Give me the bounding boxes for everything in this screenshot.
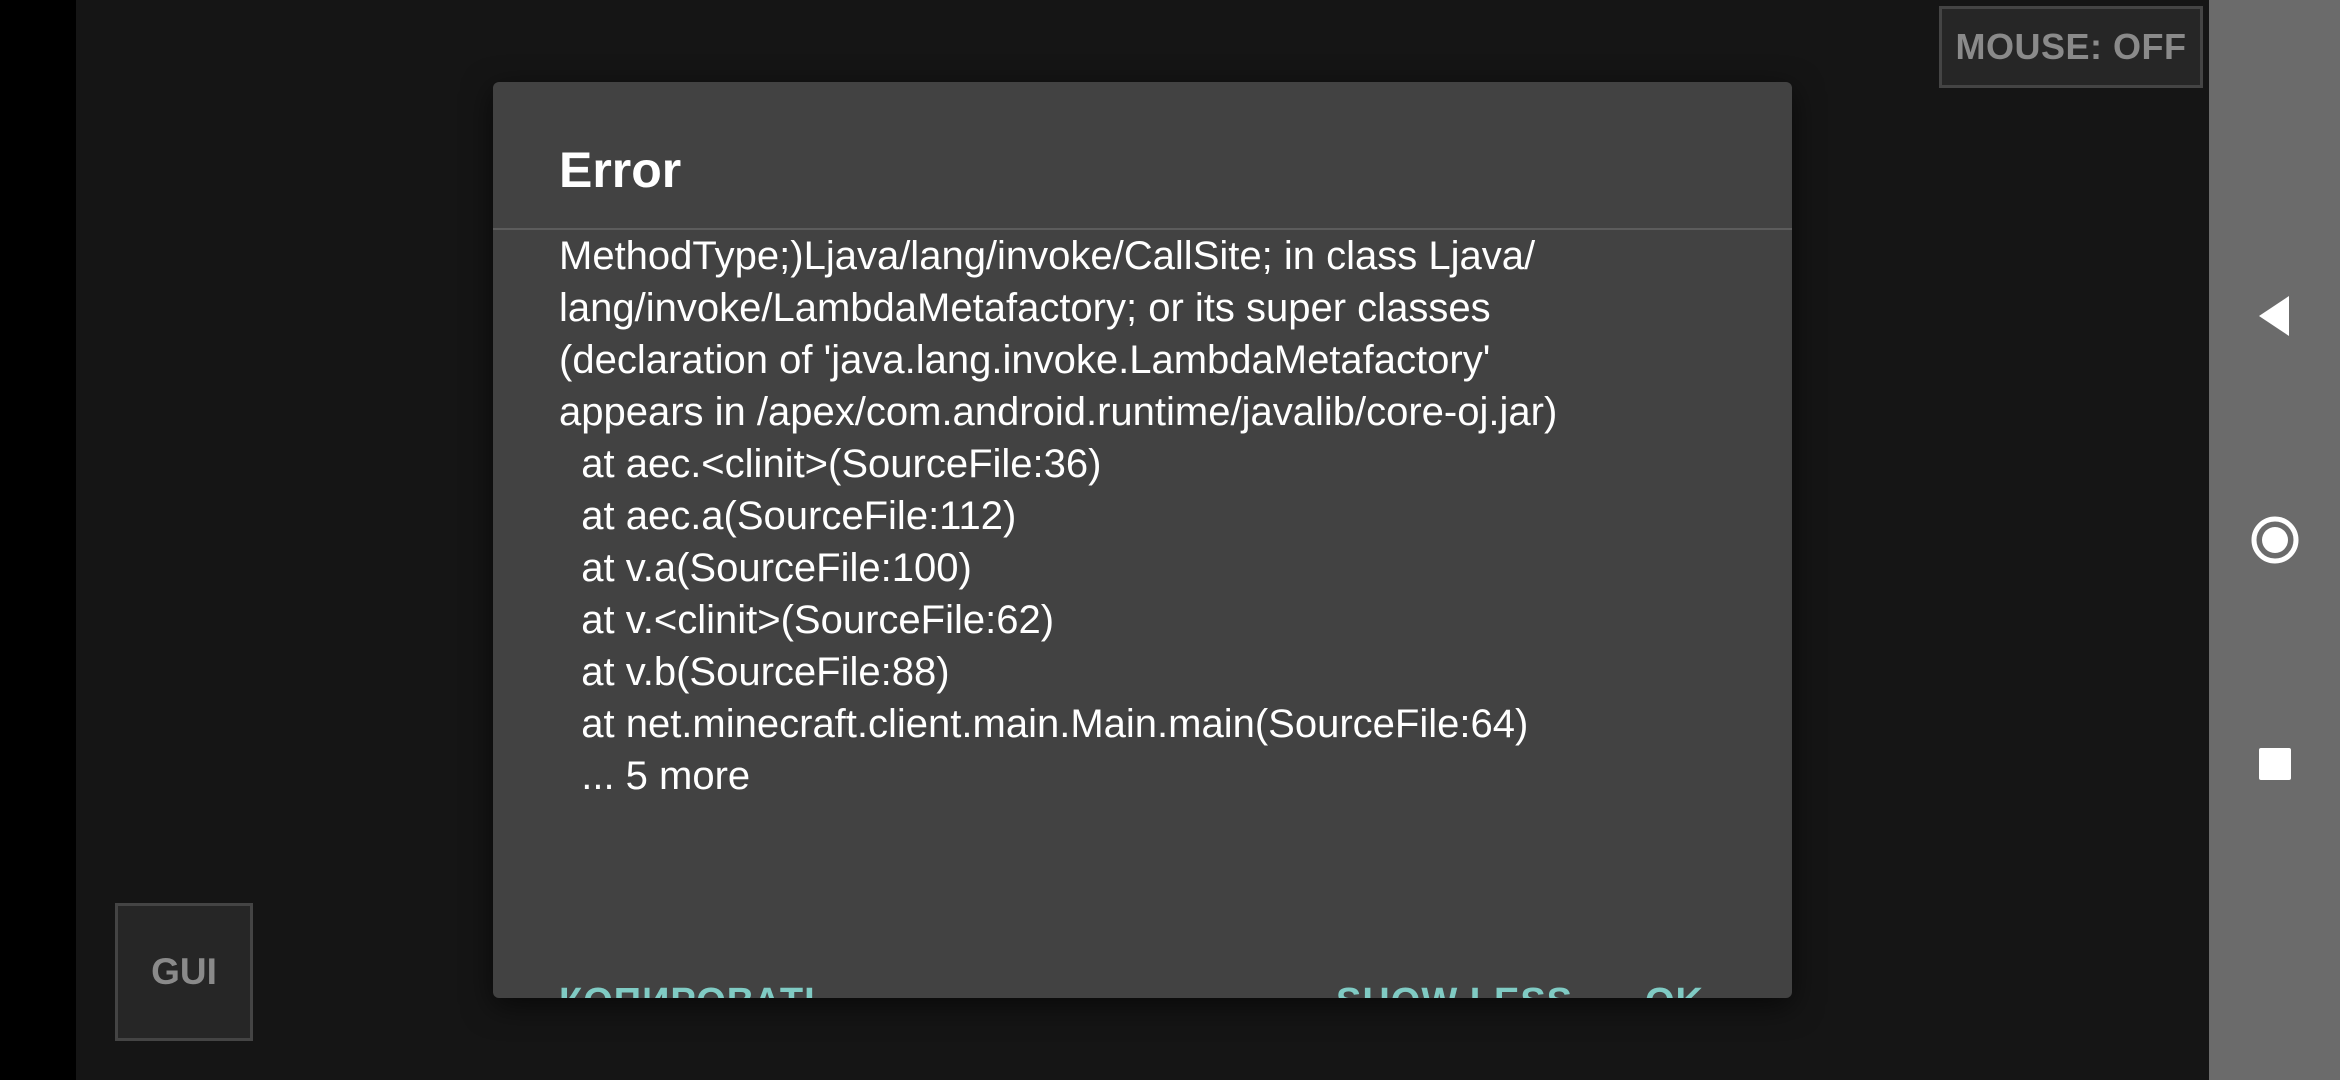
screen: MOUSE: OFF GUI Error MethodType;)Ljava/l… [0, 0, 2340, 1080]
copy-button[interactable]: КОПИРОВАТЬ [559, 952, 832, 998]
message-line: (declaration of 'java.lang.invoke.Lambda… [559, 338, 1491, 382]
nav-back-button[interactable] [2209, 256, 2340, 376]
show-less-button[interactable]: SHOW LESS [1336, 952, 1573, 998]
dialog-title: Error [559, 142, 682, 198]
dialog-message[interactable]: MethodType;)Ljava/lang/invoke/CallSite; … [559, 230, 1739, 880]
left-black-strip [0, 0, 76, 1080]
message-line: appears in /apex/com.android.runtime/jav… [559, 390, 1558, 434]
nav-recents-button[interactable] [2209, 704, 2340, 824]
message-line: at aec.a(SourceFile:112) [559, 494, 1017, 538]
ok-button[interactable]: OK [1645, 952, 1704, 998]
back-icon [2258, 296, 2289, 336]
message-line: at v.a(SourceFile:100) [559, 546, 972, 590]
dialog-actions: КОПИРОВАТЬ SHOW LESS OK [493, 952, 1792, 998]
navigation-bar [2209, 0, 2340, 1080]
message-line: lang/invoke/LambdaMetafactory; or its su… [559, 286, 1491, 330]
message-line: at v.b(SourceFile:88) [559, 650, 950, 694]
error-dialog: Error MethodType;)Ljava/lang/invoke/Call… [493, 82, 1792, 998]
message-line: ... 5 more [559, 754, 751, 798]
recents-icon [2258, 748, 2291, 780]
home-icon [2251, 516, 2298, 564]
message-line: at v.<clinit>(SourceFile:62) [559, 598, 1055, 642]
message-line: MethodType;)Ljava/lang/invoke/CallSite; … [559, 234, 1536, 278]
nav-home-button[interactable] [2209, 480, 2340, 600]
message-line: at net.minecraft.client.main.Main.main(S… [559, 702, 1529, 746]
message-line: at aec.<clinit>(SourceFile:36) [559, 442, 1102, 486]
